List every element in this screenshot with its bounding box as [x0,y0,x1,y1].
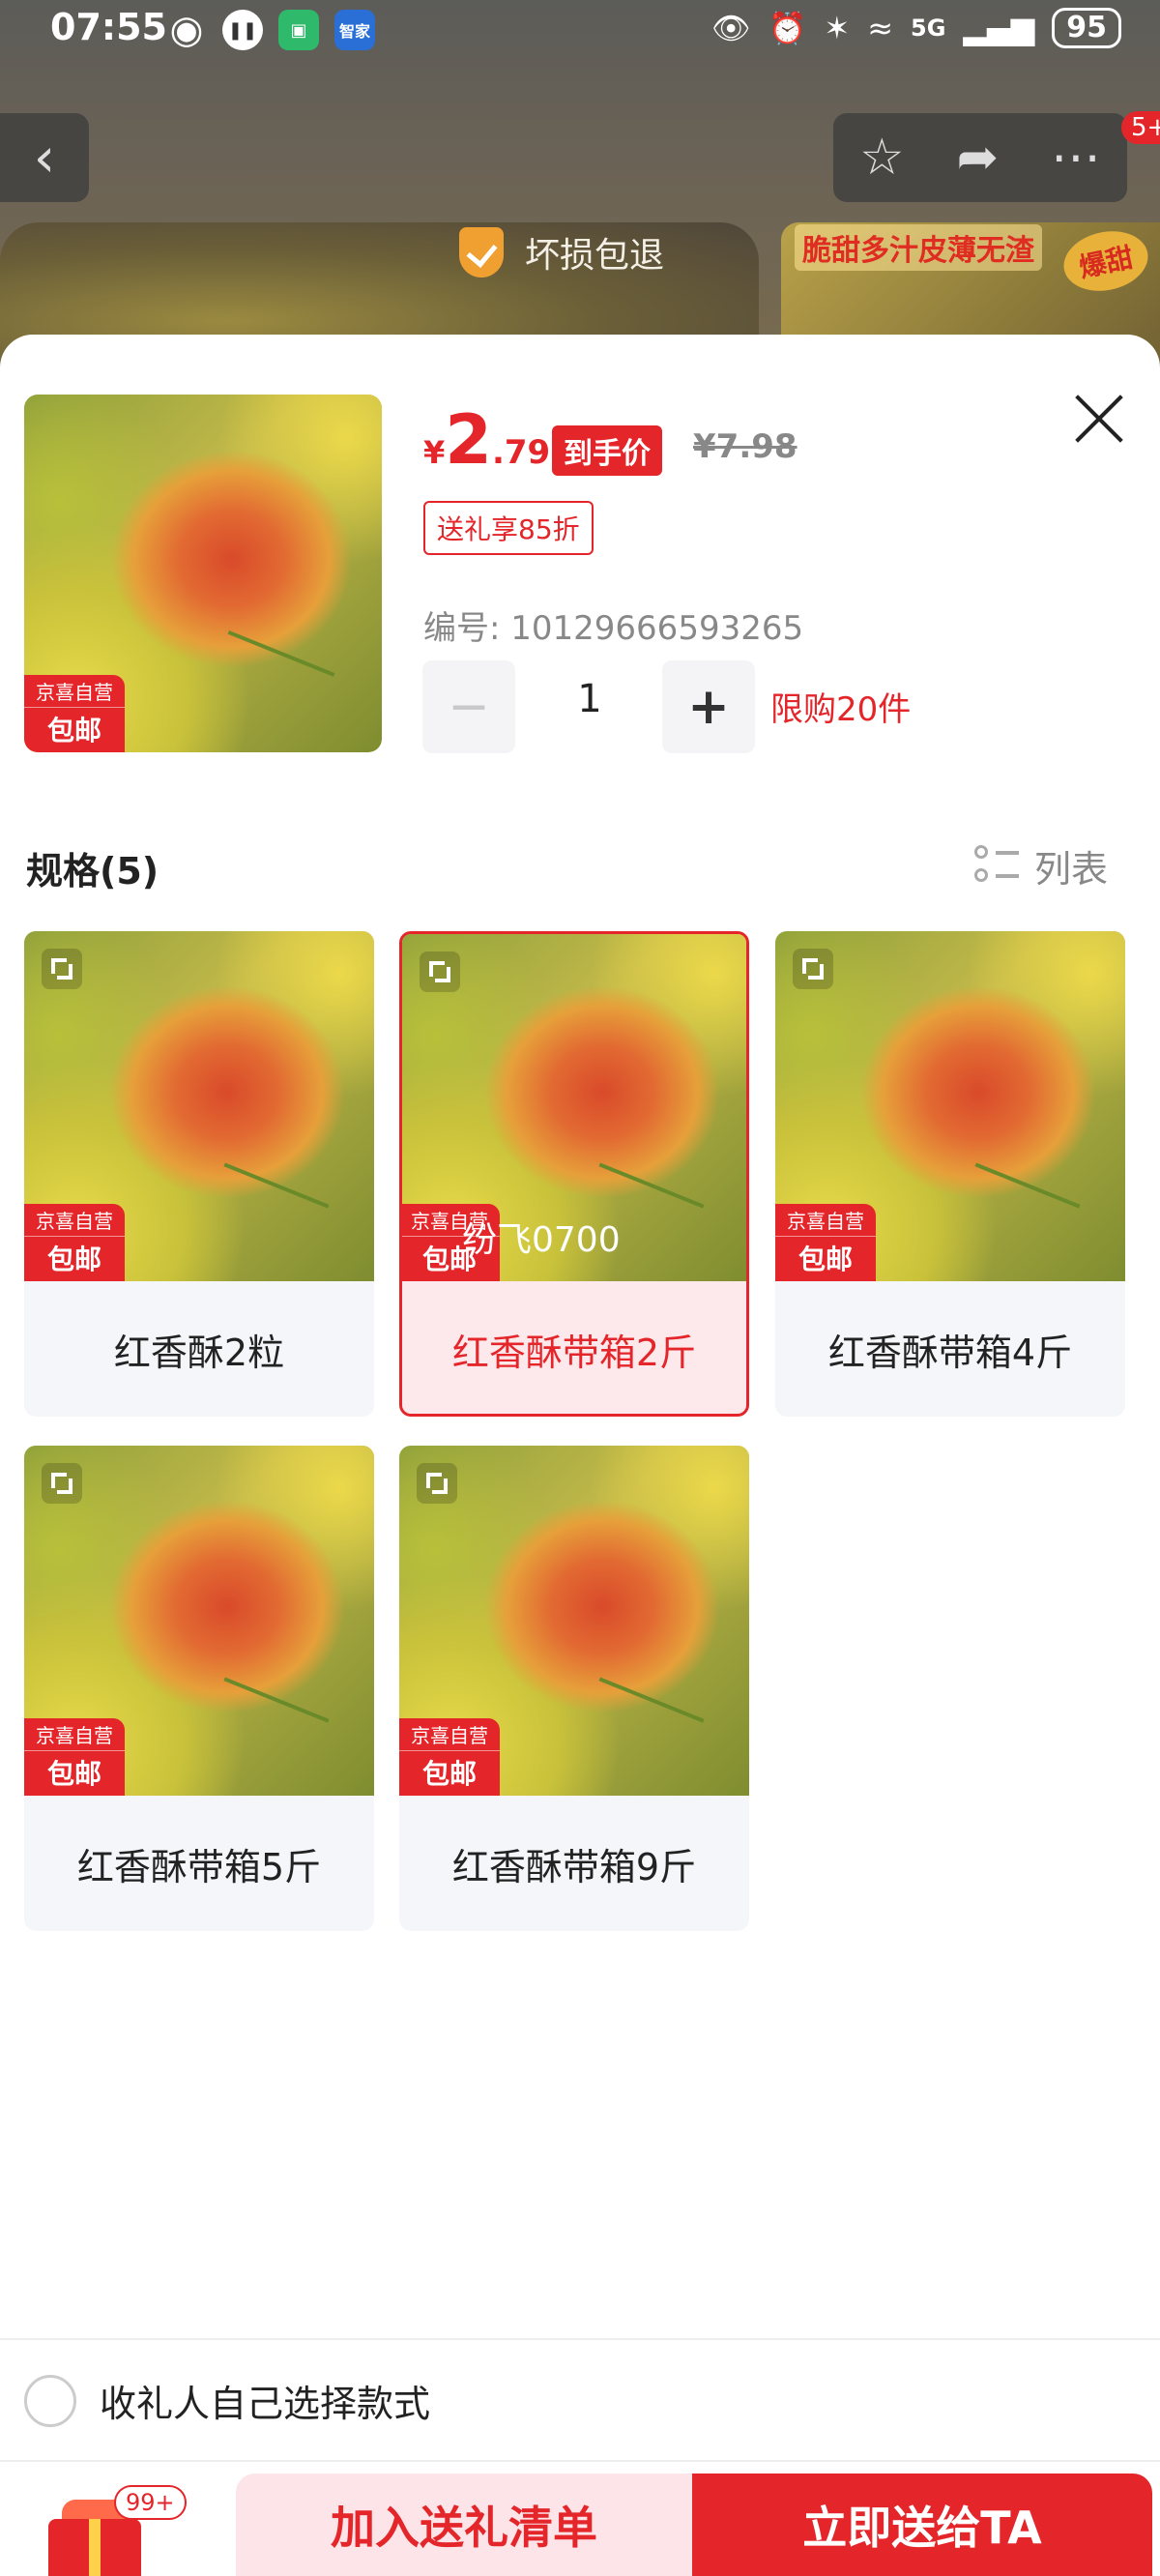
wechat-icon: ◉ [169,8,204,52]
badge-bottom-text: 包邮 [46,715,102,746]
list-toggle-label: 列表 [1034,848,1109,891]
spec-card-selected[interactable]: 京喜自营 包邮 红香酥带箱2斤 [399,931,749,1417]
spec-card[interactable]: 京喜自营 包邮 红香酥2粒 [24,931,374,1417]
price: ¥ 2 .79 [423,406,550,474]
damage-return-tag: 坏损包退 [430,215,759,290]
spec-label: 红香酥带箱9斤 [451,1845,697,1888]
shield-check-icon [459,227,504,278]
jd-selfrun-badge: 京喜自营 包邮 [775,1204,876,1281]
expand-icon[interactable] [417,1463,457,1504]
status-time: 07:55 [50,6,167,48]
watermark-text: 纷飞0700 [462,1220,621,1260]
bluetooth-icon: ✶ [824,10,851,46]
radio-unchecked-icon[interactable] [24,2374,76,2427]
add-to-gift-list-button[interactable]: 加入送礼清单 [236,2474,692,2576]
jd-selfrun-badge: 京喜自营 包邮 [24,1718,125,1796]
alarm-icon: ⏰ [768,10,807,46]
sku-number: 编号: 10129666593265 [423,609,804,648]
more-icon[interactable]: ⋯ [1051,129,1101,187]
divider [0,2460,1160,2462]
message-count-badge: 5+ [1121,111,1160,144]
list-view-toggle[interactable]: 列表 [974,839,1108,893]
spec-label: 红香酥带箱2斤 [451,1331,697,1374]
share-icon[interactable]: ➦ [957,129,1000,187]
recipient-choose-option[interactable]: 收礼人自己选择款式 [24,2374,430,2427]
close-icon[interactable] [1068,387,1130,449]
network-label: 5G [911,15,946,42]
eye-icon: 👁 [710,10,751,46]
damage-return-label: 坏损包退 [525,236,665,276]
jd-selfrun-badge: 京喜自营 包邮 [24,675,125,752]
purchase-limit: 限购20件 [770,690,912,729]
quantity-value[interactable]: 1 [541,677,638,721]
spec-section-title: 规格(5) [26,850,160,893]
back-button[interactable]: ‹ [0,113,89,202]
price-currency: ¥ [423,434,446,471]
gift-count-badge: 99+ [114,2485,187,2520]
spec-label: 红香酥带箱5斤 [76,1845,322,1888]
expand-icon[interactable] [42,1463,82,1504]
expand-icon[interactable] [420,951,460,992]
price-decimal: .79 [491,433,551,472]
status-right-icons: 👁 ⏰ ✶ ≈ 5G ▂▄▆ 95 [711,8,1121,48]
shield-app-icon: ▣ [278,10,319,50]
spec-card[interactable]: 京喜自营 包邮 红香酥带箱9斤 [399,1446,749,1931]
divider [0,2338,1160,2340]
spec-card[interactable]: 京喜自营 包邮 红香酥带箱5斤 [24,1446,374,1931]
spec-label: 红香酥带箱4斤 [827,1331,1073,1374]
badge-top-text: 京喜自营 [24,675,125,708]
pause-app-icon: ❚❚ [222,10,263,50]
zhijia-app-icon: 智家 [334,10,375,50]
spec-label: 红香酥2粒 [113,1331,285,1374]
price-integer: 2 [445,400,492,480]
send-now-button[interactable]: 立即送给TA [692,2474,1152,2576]
jd-selfrun-badge: 京喜自营 包邮 [399,1718,500,1796]
battery-level: 95 [1052,8,1121,48]
top-actions: ☆ ➦ ⋯ [833,113,1127,202]
expand-icon[interactable] [793,949,833,989]
wifi-icon: ≈ [867,10,894,46]
signal-icon: ▂▄▆ [963,10,1035,46]
spec-card[interactable]: 京喜自营 包邮 红香酥带箱4斤 [775,931,1125,1417]
jd-selfrun-badge: 京喜自营 包邮 [24,1204,125,1281]
recipient-choose-label: 收礼人自己选择款式 [100,2383,431,2425]
gift-discount-tag: 送礼享85折 [423,501,594,555]
final-price-tag: 到手价 [552,425,662,476]
original-price: ¥7.98 [693,427,798,466]
quantity-plus-button[interactable]: + [662,660,755,753]
expand-icon[interactable] [42,949,82,989]
selected-product-image[interactable]: 京喜自营 包邮 [24,395,382,752]
chevron-left-icon: ‹ [33,126,56,190]
thumb-promo-text: 脆甜多汁皮薄无渣 [795,224,1042,271]
quantity-minus-button[interactable]: − [422,660,515,753]
favorite-star-icon[interactable]: ☆ [859,129,905,187]
list-icon [974,844,1019,888]
status-bar: 07:55 ◉ ❚❚ ▣ 智家 👁 ⏰ ✶ ≈ 5G ▂▄▆ 95 [0,0,1160,58]
